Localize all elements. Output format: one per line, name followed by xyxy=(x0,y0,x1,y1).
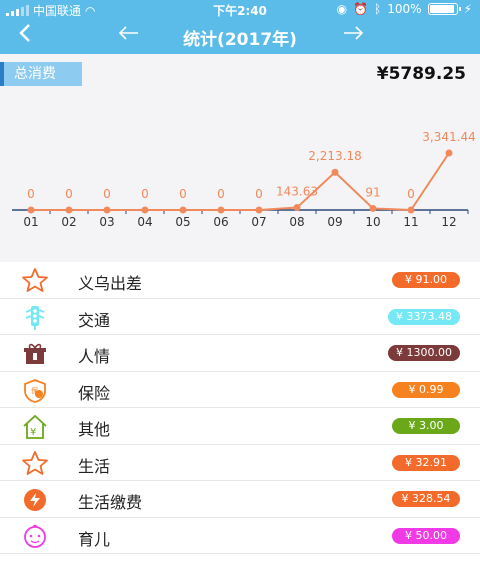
data-label: 0 xyxy=(27,187,35,201)
data-point xyxy=(407,206,415,214)
charging-icon: ⚡ xyxy=(463,2,472,16)
total-label: 总消费 xyxy=(0,62,82,86)
category-name: 其他 xyxy=(78,420,111,439)
category-list: 义乌出差 ¥ 91.00 交通 ¥ 3373.48 人情 ¥ 1300.00 保 保险 ¥ 0.… xyxy=(0,262,480,554)
star-icon xyxy=(22,268,48,292)
data-label: 3,341.44 xyxy=(422,130,475,144)
category-row[interactable]: 交通 ¥ 3373.48 xyxy=(0,298,480,335)
status-right: ◉ ⏰ ᛒ 100% ⚡ xyxy=(337,2,472,16)
data-label: 0 xyxy=(179,187,187,201)
nav-bar: 统计(2017年) xyxy=(0,18,480,54)
x-tick-label: 12 xyxy=(441,215,456,229)
category-amount-badge: ¥ 50.00 xyxy=(392,527,460,544)
category-name: 生活 xyxy=(78,456,111,476)
data-label: 2,213.18 xyxy=(308,149,361,163)
chart-panel: 0 01 0 02 0 03 0 04 0 05 0 06 0 07 143.63 08 2,213.18 09 9… xyxy=(0,54,480,264)
category-name: 育儿 xyxy=(78,529,111,549)
category-amount-badge: ¥ 3.00 xyxy=(392,418,460,434)
svg-text:¥: ¥ xyxy=(30,427,36,438)
category-row[interactable]: 义乌出差 ¥ 91.00 xyxy=(0,262,480,299)
category-name: 交通 xyxy=(78,310,111,330)
category-name: 保险 xyxy=(78,383,111,403)
data-point xyxy=(103,206,111,214)
x-tick-label: 06 xyxy=(213,215,228,229)
data-point xyxy=(293,204,301,212)
x-tick-label: 11 xyxy=(403,215,418,229)
data-point xyxy=(65,206,73,214)
data-point xyxy=(141,206,149,214)
x-tick-label: 08 xyxy=(289,215,304,229)
data-label: 0 xyxy=(217,187,225,201)
battery-icon xyxy=(427,3,461,15)
data-label: 143.63 xyxy=(276,185,318,199)
bluetooth-icon: ᛒ xyxy=(374,2,382,16)
category-row[interactable]: 生活缴费 ¥ 328.54 xyxy=(0,481,480,518)
battery-percent: 100% xyxy=(387,2,422,16)
x-tick-label: 07 xyxy=(251,215,266,229)
page-title: 统计(2017年) xyxy=(183,30,297,50)
star-icon xyxy=(22,450,48,475)
category-row[interactable]: ¥ 其他 ¥ 3.00 xyxy=(0,408,480,445)
category-row[interactable]: 育儿 ¥ 50.00 xyxy=(0,517,480,554)
bolt-circle-icon xyxy=(24,489,46,511)
data-point xyxy=(369,204,377,212)
data-label: 0 xyxy=(141,187,149,201)
total-amount: ¥5789.25 xyxy=(376,64,466,84)
next-year-button[interactable] xyxy=(340,20,366,52)
alarm-icon: ⏰ xyxy=(353,2,369,16)
house-yuan-icon: ¥ xyxy=(23,414,47,439)
insurance-icon: 保 xyxy=(24,378,46,403)
data-label: 0 xyxy=(103,187,111,201)
category-name: 生活缴费 xyxy=(78,493,143,512)
data-label: 0 xyxy=(65,187,73,201)
data-point xyxy=(217,206,225,214)
x-tick-label: 09 xyxy=(327,215,342,229)
series-line xyxy=(31,152,450,212)
category-amount-badge: ¥ 3373.48 xyxy=(388,308,460,325)
location-icon: ◉ xyxy=(336,2,348,16)
data-point xyxy=(445,149,453,157)
category-amount-badge: ¥ 91.00 xyxy=(392,272,460,288)
data-label: 91 xyxy=(365,185,380,199)
category-amount-badge: ¥ 328.54 xyxy=(392,491,460,507)
x-tick-label: 10 xyxy=(365,215,380,229)
data-point xyxy=(331,168,339,176)
category-row[interactable]: 人情 ¥ 1300.00 xyxy=(0,335,480,372)
x-tick-label: 04 xyxy=(137,215,152,229)
x-tick-label: 01 xyxy=(23,215,38,229)
data-point xyxy=(255,206,263,214)
category-name: 义乌出差 xyxy=(78,274,143,293)
status-bar: 中国联通 ◠ 下午2:40 ◉ ⏰ ᛒ 100% ⚡ xyxy=(0,0,480,18)
category-name: 人情 xyxy=(78,347,111,366)
data-label: 0 xyxy=(407,187,415,201)
data-point xyxy=(27,206,35,214)
x-tick-label: 02 xyxy=(61,215,76,229)
category-row[interactable]: 生活 ¥ 32.91 xyxy=(0,444,480,481)
category-amount-badge: ¥ 32.91 xyxy=(392,454,460,471)
gift-icon xyxy=(24,343,46,364)
x-tick-label: 05 xyxy=(175,215,190,229)
traffic-light-icon xyxy=(25,305,45,330)
data-point xyxy=(179,206,187,214)
data-label: 0 xyxy=(255,187,263,201)
baby-face-icon xyxy=(24,524,46,548)
x-tick-label: 03 xyxy=(99,215,114,229)
arrow-right-icon xyxy=(344,26,364,40)
svg-text:保: 保 xyxy=(31,386,38,395)
category-amount-badge: ¥ 0.99 xyxy=(392,381,460,398)
category-amount-badge: ¥ 1300.00 xyxy=(388,345,460,361)
category-row[interactable]: 保 保险 ¥ 0.99 xyxy=(0,371,480,408)
